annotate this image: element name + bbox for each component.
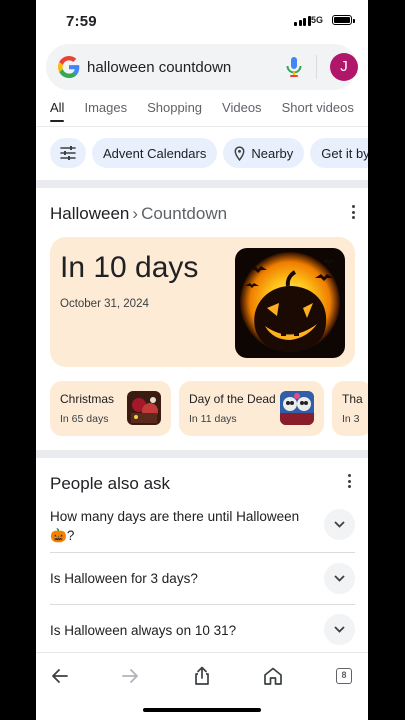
chip-label: Advent Calendars: [103, 145, 207, 161]
paa-question[interactable]: How many days are there until Halloween …: [50, 502, 355, 553]
more-vert-icon[interactable]: [340, 472, 358, 490]
chip-advent-calendars[interactable]: Advent Calendars: [92, 138, 218, 168]
christmas-thumbnail: [127, 391, 161, 425]
related-title: Tha: [342, 392, 363, 406]
tab-videos[interactable]: Videos: [222, 100, 262, 126]
home-button[interactable]: [260, 663, 286, 689]
section-divider: [36, 450, 368, 458]
location-pin-icon: [234, 145, 245, 161]
chip-label: Get it by T: [321, 145, 368, 161]
paa-question[interactable]: Is Halloween for 3 days?: [50, 553, 355, 605]
google-g-icon: [58, 56, 80, 78]
paa-title: People also ask: [50, 474, 171, 493]
expand-more-icon: [334, 626, 345, 633]
share-button[interactable]: [189, 663, 215, 689]
battery-icon: [332, 15, 355, 25]
chip-label: Nearby: [251, 145, 294, 161]
expand-more-icon: [334, 521, 345, 528]
mic-icon[interactable]: [282, 55, 306, 79]
search-bar[interactable]: halloween countdown J: [46, 44, 358, 90]
tabs-button[interactable]: 8: [331, 663, 357, 689]
back-icon: [52, 669, 68, 683]
status-time: 7:59: [66, 13, 97, 30]
related-card-christmas[interactable]: Christmas In 65 days: [50, 381, 171, 436]
question-line: How many days are there until Halloween: [50, 509, 300, 524]
paa-question-text: Is Halloween always on 10 31?: [50, 623, 237, 638]
forward-icon: [122, 669, 138, 683]
expand-button[interactable]: [324, 614, 355, 645]
phone-screen: 7:59 5G halloween countdown J All Images…: [36, 0, 368, 720]
related-card-day-of-the-dead[interactable]: Day of the Dead In 11 days: [179, 381, 324, 436]
countdown-headline: In 10 days: [60, 251, 199, 284]
tabs-icon: 8: [336, 668, 352, 684]
paa-question[interactable]: Is Halloween always on 10 31?: [50, 605, 355, 652]
filter-settings-button[interactable]: [50, 138, 86, 168]
tabs-underline-divider: [36, 126, 368, 127]
related-countdowns: Christmas In 65 days Day of the Dead In …: [50, 381, 368, 436]
expand-button[interactable]: [324, 563, 355, 594]
tab-shopping[interactable]: Shopping: [147, 100, 202, 126]
tab-short-videos[interactable]: Short videos: [282, 100, 354, 126]
breadcrumb-halloween[interactable]: Halloween: [50, 204, 129, 223]
day-of-the-dead-thumbnail: [280, 391, 314, 425]
related-card-thanksgiving[interactable]: Tha In 3: [332, 381, 368, 436]
home-indicator: [143, 708, 261, 712]
countdown-date: October 31, 2024: [60, 298, 149, 310]
status-bar: 7:59 5G: [36, 0, 368, 42]
forward-button[interactable]: [117, 663, 143, 689]
breadcrumb-separator: ›: [132, 204, 139, 223]
more-vert-icon[interactable]: [344, 203, 362, 221]
related-title: Christmas: [60, 392, 115, 406]
breadcrumb-countdown: Countdown: [141, 204, 228, 223]
related-subtitle: In 65 days: [60, 413, 109, 425]
filter-chips: Advent Calendars Nearby Get it by T: [50, 138, 368, 168]
tab-all[interactable]: All: [50, 100, 65, 126]
related-subtitle: In 11 days: [189, 413, 237, 425]
section-divider: [36, 180, 368, 188]
chip-get-it-by[interactable]: Get it by T: [310, 138, 368, 168]
jack-o-lantern-image: [235, 248, 345, 358]
tab-images[interactable]: Images: [84, 100, 127, 126]
share-icon: [195, 666, 209, 685]
search-input[interactable]: halloween countdown: [87, 59, 231, 76]
paa-question-text: Is Halloween for 3 days?: [50, 571, 198, 586]
search-divider: [316, 55, 317, 79]
breadcrumb: Halloween › Countdown: [50, 204, 227, 224]
search-tabs: All Images Shopping Videos Short videos: [50, 100, 368, 126]
related-title: Day of the Dead: [189, 392, 276, 406]
expand-button[interactable]: [324, 509, 355, 540]
avatar[interactable]: J: [330, 53, 358, 81]
related-subtitle: In 3: [342, 413, 360, 425]
home-icon: [264, 667, 282, 685]
signal-icon: [294, 16, 311, 26]
tune-icon: [60, 146, 76, 160]
question-line-end: ?: [66, 528, 75, 543]
pumpkin-emoji-icon: 🎃: [50, 528, 67, 543]
expand-more-icon: [334, 575, 345, 582]
chip-nearby[interactable]: Nearby: [223, 138, 305, 168]
paa-question-text: How many days are there until Halloween …: [50, 507, 299, 545]
back-button[interactable]: [47, 663, 73, 689]
countdown-card[interactable]: In 10 days October 31, 2024: [50, 237, 355, 367]
network-label: 5G: [311, 15, 324, 25]
